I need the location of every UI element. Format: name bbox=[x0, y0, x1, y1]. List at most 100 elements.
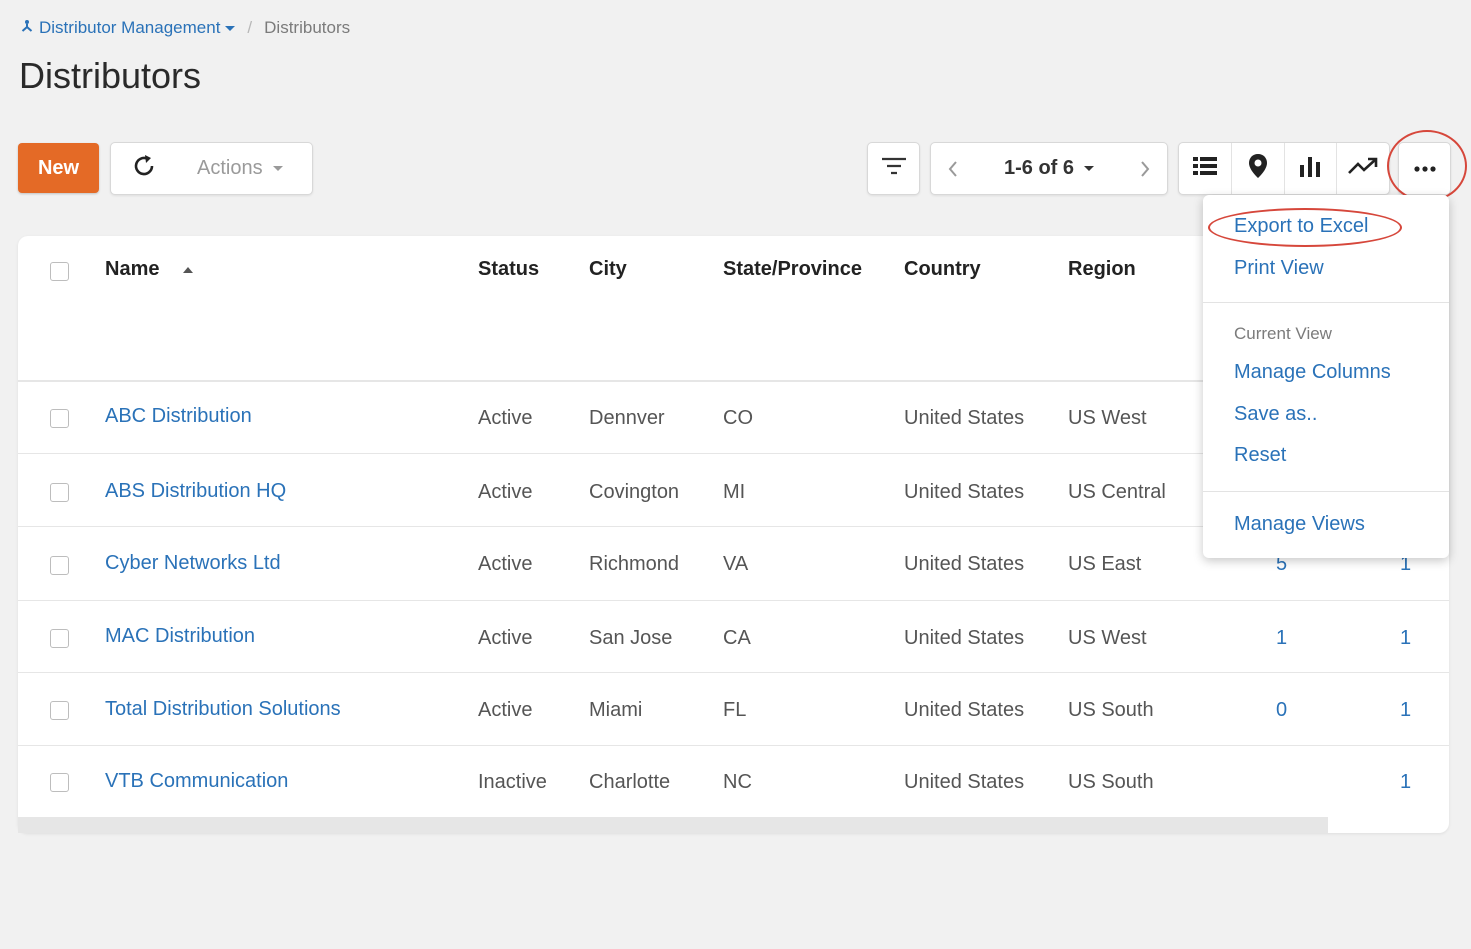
column-header-region[interactable]: Region bbox=[1068, 258, 1136, 281]
distributor-name-link[interactable]: Cyber Networks Ltd bbox=[105, 552, 281, 575]
trend-view-button[interactable] bbox=[1337, 143, 1389, 194]
count-link[interactable]: 1 bbox=[1400, 699, 1411, 722]
breadcrumb-parent-label: Distributor Management bbox=[39, 18, 221, 37]
row-divider bbox=[18, 600, 1449, 601]
city-cell: Charlotte bbox=[589, 771, 671, 793]
refresh-icon bbox=[130, 152, 158, 185]
region-cell: US South bbox=[1068, 771, 1154, 793]
distributor-name-link[interactable]: VTB Communication bbox=[105, 770, 288, 793]
chevron-down-icon bbox=[225, 25, 236, 31]
hierarchy-icon bbox=[20, 18, 34, 38]
map-pin-icon bbox=[1248, 153, 1268, 184]
country-cell: United States bbox=[904, 481, 1025, 503]
menu-item-manage-views[interactable]: Manage Views bbox=[1234, 513, 1365, 536]
city-cell: Dennver bbox=[589, 407, 665, 429]
actions-group: Actions bbox=[110, 142, 313, 195]
state-cell: FL bbox=[723, 699, 747, 721]
state-cell: VA bbox=[723, 553, 749, 575]
column-header-city[interactable]: City bbox=[589, 258, 627, 281]
sort-ascending-icon bbox=[183, 266, 194, 273]
state-cell: MI bbox=[723, 481, 746, 503]
region-cell: US East bbox=[1068, 553, 1142, 575]
column-header-label: Name bbox=[105, 258, 160, 280]
view-switcher bbox=[1178, 142, 1390, 195]
row-checkbox[interactable] bbox=[50, 701, 69, 720]
new-button[interactable]: New bbox=[18, 143, 99, 193]
country-cell: United States bbox=[904, 699, 1025, 721]
status-cell: Active bbox=[478, 627, 533, 649]
region-cell: US West bbox=[1068, 407, 1147, 429]
page-range-dropdown[interactable]: 1-6 of 6 bbox=[1003, 157, 1095, 180]
status-cell: Active bbox=[478, 553, 533, 575]
count-link[interactable]: 1 bbox=[1276, 627, 1287, 650]
country-cell: United States bbox=[904, 407, 1025, 429]
refresh-button[interactable] bbox=[111, 143, 177, 194]
distributor-name-link[interactable]: MAC Distribution bbox=[105, 625, 255, 648]
filter-button[interactable] bbox=[867, 142, 920, 195]
menu-item-reset[interactable]: Reset bbox=[1234, 444, 1286, 467]
bar-chart-icon bbox=[1298, 155, 1322, 182]
actions-label: Actions bbox=[197, 157, 263, 179]
column-header-status[interactable]: Status bbox=[478, 258, 539, 281]
list-icon bbox=[1192, 156, 1218, 181]
status-cell: Active bbox=[478, 407, 533, 429]
row-divider bbox=[18, 745, 1449, 746]
list-view-button[interactable] bbox=[1179, 143, 1232, 194]
row-checkbox[interactable] bbox=[50, 556, 69, 575]
count-link[interactable]: 0 bbox=[1276, 699, 1287, 722]
count-link[interactable]: 1 bbox=[1400, 771, 1411, 794]
trending-up-icon bbox=[1348, 156, 1378, 181]
region-cell: US Central bbox=[1068, 481, 1166, 503]
status-cell: Active bbox=[478, 699, 533, 721]
horizontal-scrollbar[interactable] bbox=[18, 817, 1328, 833]
distributor-name-link[interactable]: ABC Distribution bbox=[105, 405, 252, 428]
status-cell: Inactive bbox=[478, 771, 547, 793]
next-page-button[interactable] bbox=[1123, 160, 1167, 178]
prev-page-button[interactable] bbox=[931, 160, 975, 178]
select-all-checkbox[interactable] bbox=[50, 262, 69, 281]
count-link[interactable]: 1 bbox=[1400, 627, 1411, 650]
state-cell: CO bbox=[723, 407, 753, 429]
country-cell: United States bbox=[904, 627, 1025, 649]
export-highlight bbox=[1208, 208, 1402, 247]
breadcrumb: Distributor Management / Distributors bbox=[20, 18, 350, 38]
region-cell: US West bbox=[1068, 627, 1147, 649]
chevron-down-icon bbox=[272, 166, 283, 171]
status-cell: Active bbox=[478, 481, 533, 503]
city-cell: San Jose bbox=[589, 627, 673, 649]
menu-section-current-view: Current View bbox=[1234, 324, 1332, 343]
city-cell: Miami bbox=[589, 699, 643, 721]
map-view-button[interactable] bbox=[1232, 143, 1285, 194]
breadcrumb-parent-link[interactable]: Distributor Management bbox=[20, 18, 236, 38]
column-header-name[interactable]: Name bbox=[105, 258, 194, 281]
menu-item-save-as[interactable]: Save as.. bbox=[1234, 403, 1317, 426]
row-divider bbox=[18, 672, 1449, 673]
row-checkbox[interactable] bbox=[50, 483, 69, 502]
menu-divider bbox=[1203, 302, 1449, 303]
chevron-left-icon bbox=[948, 160, 957, 177]
city-cell: Richmond bbox=[589, 553, 680, 575]
row-checkbox[interactable] bbox=[50, 629, 69, 648]
menu-item-manage-columns[interactable]: Manage Columns bbox=[1234, 361, 1391, 384]
row-checkbox[interactable] bbox=[50, 773, 69, 792]
page-range-label: 1-6 of 6 bbox=[1003, 157, 1075, 179]
distributor-name-link[interactable]: ABS Distribution HQ bbox=[105, 480, 286, 503]
breadcrumb-separator: / bbox=[247, 18, 253, 37]
chevron-down-icon bbox=[1084, 166, 1095, 171]
menu-item-print-view[interactable]: Print View bbox=[1234, 257, 1324, 280]
distributor-name-link[interactable]: Total Distribution Solutions bbox=[105, 698, 341, 721]
breadcrumb-current: Distributors bbox=[264, 18, 351, 37]
state-cell: NC bbox=[723, 771, 752, 793]
chevron-right-icon bbox=[1141, 160, 1150, 177]
country-cell: United States bbox=[904, 771, 1025, 793]
page-title: Distributors bbox=[19, 55, 202, 96]
more-options-highlight bbox=[1387, 130, 1467, 202]
column-header-country[interactable]: Country bbox=[904, 258, 981, 281]
row-checkbox[interactable] bbox=[50, 409, 69, 428]
actions-dropdown[interactable]: Actions bbox=[197, 157, 283, 180]
region-cell: US South bbox=[1068, 699, 1154, 721]
column-header-state[interactable]: State/Province bbox=[723, 258, 862, 281]
state-cell: CA bbox=[723, 627, 751, 649]
chart-view-button[interactable] bbox=[1285, 143, 1338, 194]
pager: 1-6 of 6 bbox=[930, 142, 1168, 195]
